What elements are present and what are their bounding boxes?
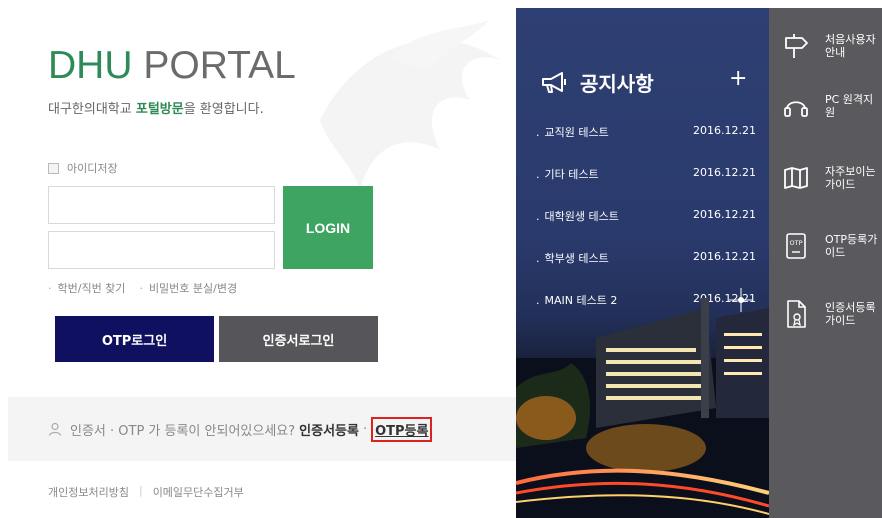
notice-item[interactable]: 대학원생 테스트 2016.12.21 (536, 208, 757, 224)
find-id-link[interactable]: 학번/직번 찾기 (48, 280, 126, 296)
notice-item-title: 교직원 테스트 (536, 124, 609, 140)
notice-item-date: 2016.12.21 (693, 208, 756, 221)
megaphone-icon (542, 71, 566, 93)
campus-night-image (516, 288, 769, 518)
password-input[interactable] (48, 231, 275, 269)
save-id-label: 아이디저장 (67, 162, 118, 175)
sidebar-item-label: OTP등록가 이드 (825, 233, 878, 259)
footer-links: 개인정보처리방침 | 이메일무단수집거부 (48, 484, 244, 500)
notice-item-title: 학부생 테스트 (536, 250, 609, 266)
certificate-login-button[interactable]: 인증서로그인 (219, 316, 378, 362)
notice-title: 공지사항 (580, 72, 654, 96)
user-icon (48, 422, 62, 436)
notice-item-date: 2016.12.21 (693, 250, 756, 263)
notice-item-date: 2016.12.21 (693, 124, 756, 137)
otp-register-link[interactable]: OTP등록 (371, 416, 433, 442)
find-password-link[interactable]: 비밀번호 분실/변경 (139, 280, 237, 296)
notice-separator: · (362, 421, 368, 437)
sidebar-item-faq-guide[interactable]: 자주보이는 가이드 (769, 148, 882, 208)
sidebar-item-label: 인증서등록 가이드 (825, 301, 876, 327)
sidebar-item-pc-remote-support[interactable]: PC 원격지원 (769, 76, 882, 136)
portal-logo: DHU PORTAL (48, 44, 296, 88)
welcome-message: 대구한의대학교 포털방문을 환영합니다. (48, 98, 264, 117)
notice-panel: 공지사항 + 교직원 테스트 2016.12.21 기타 테스트 2016.12… (516, 8, 769, 518)
certificate-register-link[interactable]: 인증서등록 (299, 420, 359, 439)
welcome-highlight: 포털방문 (135, 102, 184, 117)
user-id-input[interactable] (48, 186, 275, 224)
dragon-watermark (320, 20, 500, 190)
quick-menu-sidebar: 처음사용자 안내 PC 원격지원 자주보이는 가이드 OTP OTP등록가 이드… (769, 8, 882, 518)
email-policy-link[interactable]: 이메일무단수집거부 (153, 484, 244, 500)
portal-page: DHU PORTAL 대구한의대학교 포털방문을 환영합니다. 아이디저장 LO… (0, 0, 882, 518)
otp-icon: OTP (779, 230, 813, 262)
welcome-prefix: 대구한의대학교 (48, 102, 136, 117)
privacy-policy-link[interactable]: 개인정보처리방침 (48, 484, 129, 500)
auth-button-row: OTP로그인 인증서로그인 (55, 316, 378, 362)
welcome-suffix: 을 환영합니다. (183, 102, 264, 117)
notice-item[interactable]: 교직원 테스트 2016.12.21 (536, 124, 757, 140)
notice-item-title: 기타 테스트 (536, 166, 599, 182)
notice-item[interactable]: 학부생 테스트 2016.12.21 (536, 250, 757, 266)
notice-header: 공지사항 (540, 68, 654, 97)
save-id-row[interactable]: 아이디저장 (48, 160, 118, 176)
logo-portal: PORTAL (143, 44, 296, 87)
sidebar-item-label: PC 원격지원 (825, 93, 874, 119)
sidebar-item-label: 처음사용자 안내 (825, 33, 876, 59)
notice-item-date: 2016.12.21 (693, 166, 756, 179)
otp-icon-text: OTP (789, 239, 802, 247)
sidebar-item-otp-guide[interactable]: OTP OTP등록가 이드 (769, 216, 882, 276)
sidebar-item-certificate-guide[interactable]: 인증서등록 가이드 (769, 284, 882, 344)
headset-icon (779, 92, 813, 120)
logo-dhu: DHU (48, 44, 133, 87)
account-help-links: 학번/직번 찾기 비밀번호 분실/변경 (48, 280, 238, 296)
save-id-checkbox[interactable] (48, 162, 59, 174)
login-button[interactable]: LOGIN (283, 186, 373, 269)
login-panel: DHU PORTAL 대구한의대학교 포털방문을 환영합니다. 아이디저장 LO… (0, 0, 516, 518)
registration-notice: 인증서 · OTP 가 등록이 안되어있으세요? 인증서등록 · OTP등록 (8, 397, 516, 461)
notice-more-button[interactable]: + (729, 68, 747, 90)
otp-login-button[interactable]: OTP로그인 (55, 316, 214, 362)
map-icon (779, 164, 813, 192)
certificate-icon (779, 298, 813, 330)
notice-item-title: 대학원생 테스트 (536, 208, 619, 224)
sidebar-item-label: 자주보이는 가이드 (825, 165, 876, 191)
registration-question: 인증서 · OTP 가 등록이 안되어있으세요? (70, 423, 296, 439)
sidebar-item-first-user-guide[interactable]: 처음사용자 안내 (769, 16, 882, 76)
signpost-icon (779, 32, 813, 60)
footer-divider: | (138, 484, 143, 497)
notice-item[interactable]: 기타 테스트 2016.12.21 (536, 166, 757, 182)
